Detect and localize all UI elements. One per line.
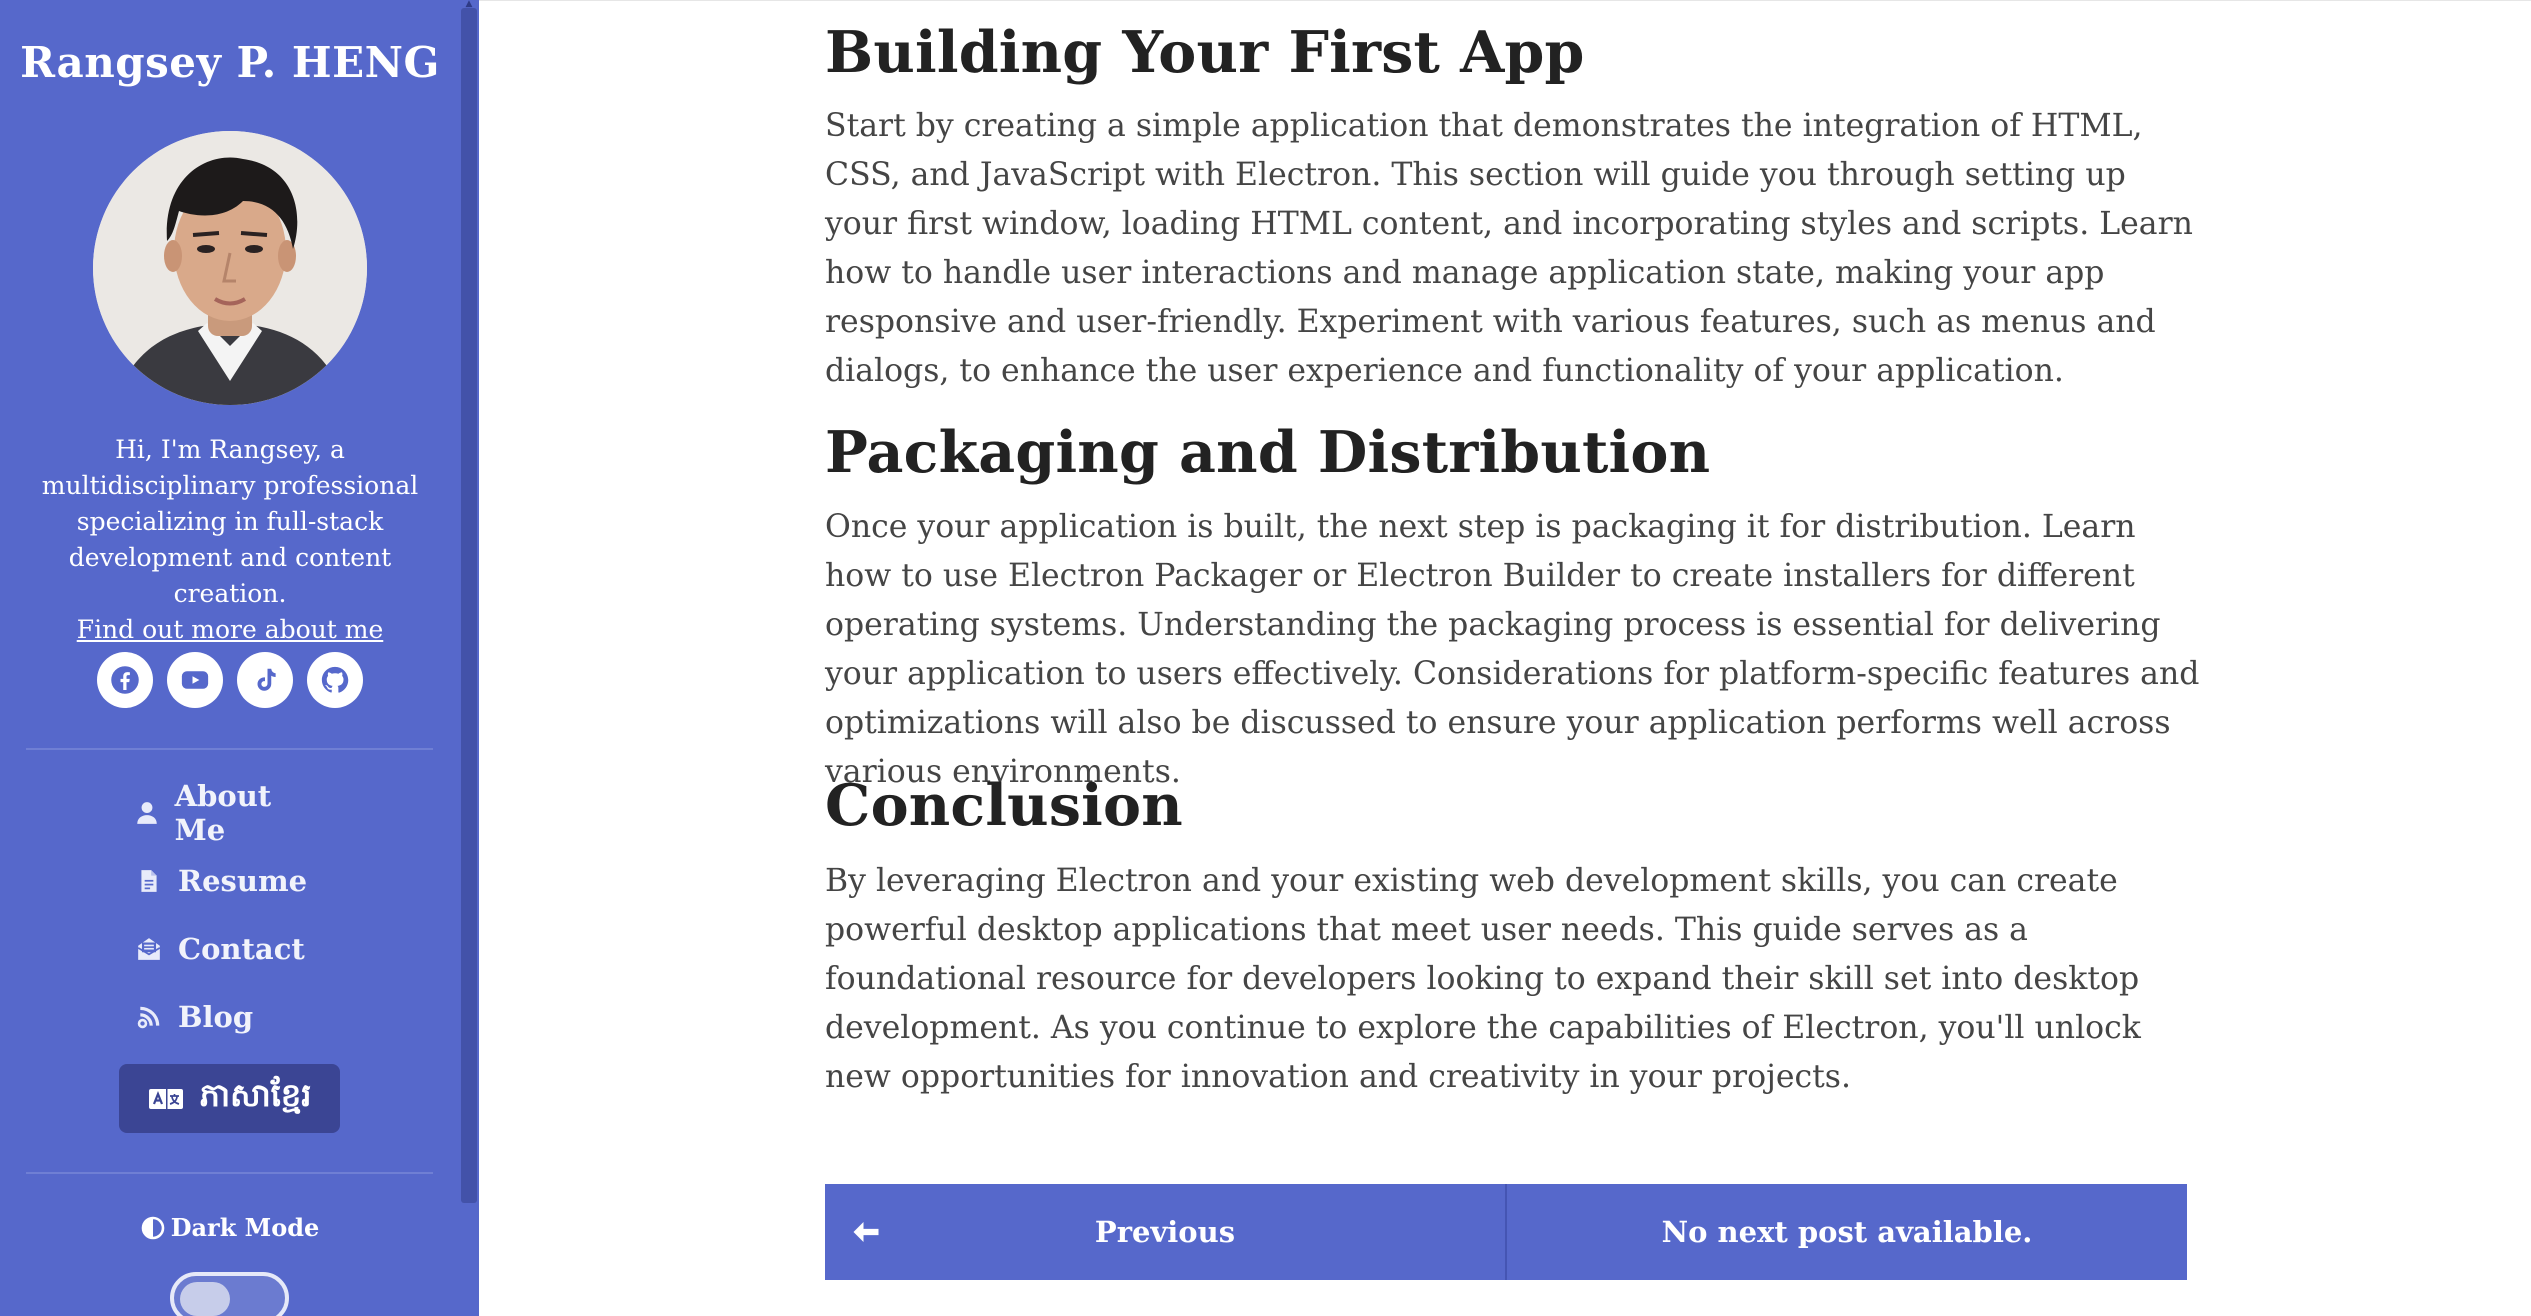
sidebar-item-resume[interactable]: Resume — [0, 856, 460, 906]
language-switch-button[interactable]: ភាសាខ្មែរ — [119, 1064, 340, 1133]
tiktok-icon — [257, 668, 276, 691]
facebook-link[interactable] — [97, 652, 153, 708]
section-title: Conclusion — [825, 772, 1183, 839]
bio-block: Hi, I'm Rangsey, a multidisciplinary pro… — [18, 432, 442, 648]
scroll-up-arrow-icon[interactable]: ▲ — [463, 0, 475, 9]
site-owner-name: Rangsey P. HENG — [20, 38, 440, 87]
language-button-label: ភាសាខ្មែរ — [199, 1076, 312, 1114]
sidebar-item-label: About Me — [174, 779, 272, 847]
tiktok-link[interactable] — [237, 652, 293, 708]
youtube-link[interactable] — [167, 652, 223, 708]
dark-mode-toggle[interactable] — [170, 1272, 289, 1316]
next-post-label: No next post available. — [1661, 1215, 2033, 1249]
user-icon — [134, 798, 161, 828]
file-icon — [134, 866, 164, 896]
sidebar-item-label: Contact — [178, 932, 305, 966]
social-links — [0, 652, 460, 710]
language-icon — [148, 1088, 183, 1109]
sidebar-scrollbar[interactable] — [461, 8, 477, 1203]
sidebar-item-label: Blog — [178, 1000, 254, 1034]
about-me-link[interactable]: Find out more about me — [77, 615, 384, 644]
section-title: Building Your First App — [825, 19, 1585, 86]
section-title: Packaging and Distribution — [825, 419, 1711, 486]
dark-mode-label-row: Dark Mode — [0, 1213, 460, 1242]
sidebar: ▲ Rangsey P. HENG Hi, I'm Rangsey, a mul… — [0, 0, 479, 1316]
next-post-button: No next post available. — [1507, 1184, 2187, 1280]
previous-post-button[interactable]: Previous — [825, 1184, 1507, 1280]
section-paragraph: Once your application is built, the next… — [825, 509, 2200, 790]
github-link[interactable] — [307, 652, 363, 708]
toggle-knob — [180, 1282, 230, 1316]
sidebar-item-blog[interactable]: Blog — [0, 992, 460, 1042]
sidebar-item-about-me[interactable]: About Me — [0, 779, 460, 847]
avatar — [93, 131, 367, 405]
dark-mode-label: Dark Mode — [170, 1213, 320, 1242]
facebook-icon — [111, 666, 139, 694]
profile-photo — [93, 131, 367, 405]
youtube-icon — [181, 671, 209, 689]
github-icon — [321, 666, 349, 693]
blog-icon — [134, 1002, 164, 1032]
arrow-left-icon — [853, 1222, 879, 1242]
contrast-icon — [141, 1216, 164, 1239]
sidebar-item-contact[interactable]: Contact — [0, 924, 460, 974]
envelope-open-icon — [134, 934, 164, 964]
sidebar-divider — [26, 1172, 433, 1174]
section-paragraph: By leveraging Electron and your existing… — [825, 863, 2141, 1095]
section-paragraph: Start by creating a simple application t… — [825, 108, 2193, 389]
main-content: Building Your First App Start by creatin… — [479, 0, 2531, 1316]
sidebar-item-label: Resume — [178, 864, 308, 898]
post-navigation: Previous No next post available. — [825, 1184, 2187, 1280]
bio-text: Hi, I'm Rangsey, a multidisciplinary pro… — [41, 435, 419, 608]
previous-post-label: Previous — [1094, 1215, 1236, 1249]
sidebar-divider — [26, 748, 433, 750]
